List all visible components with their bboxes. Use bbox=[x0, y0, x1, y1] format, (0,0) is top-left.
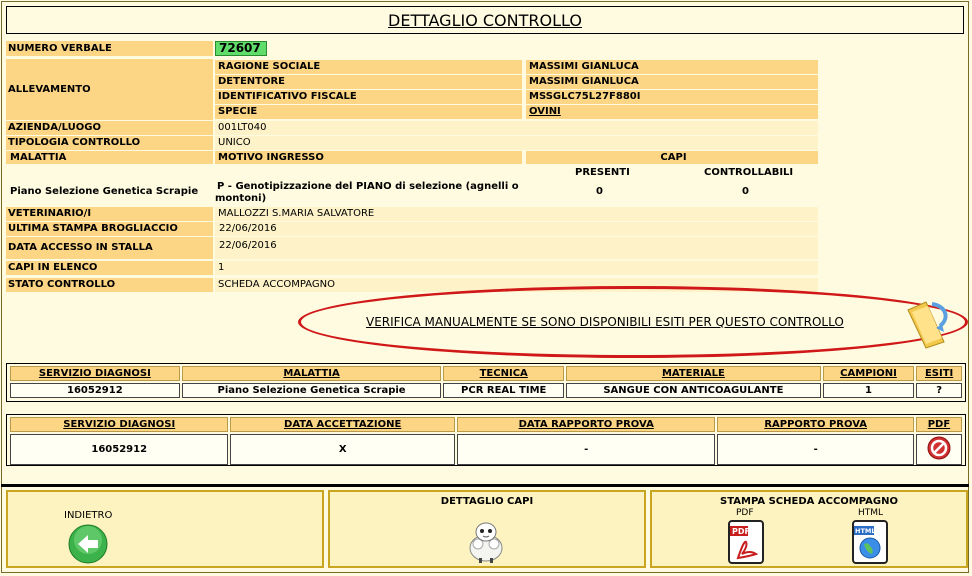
cell-campioni: 1 bbox=[822, 383, 915, 398]
table-row: 16052912 Piano Selezione Genetica Scrapi… bbox=[10, 383, 962, 398]
capi-elenco-label: CAPI IN ELENCO bbox=[6, 261, 213, 275]
specie-label: SPECIE bbox=[215, 105, 522, 119]
stampa-scheda-panel: STAMPA SCHEDA ACCOMPAGNO PDF PDF HTML HT… bbox=[650, 490, 968, 568]
pdf-label: PDF bbox=[736, 508, 754, 518]
veterinario-label: VETERINARIO/I bbox=[6, 207, 213, 221]
col-malattia: MALATTIA bbox=[181, 366, 442, 381]
esiti-table-header: SERVIZIO DIAGNOSI MALATTIA TECNICA MATER… bbox=[10, 366, 962, 381]
pdf-file-icon[interactable]: PDF bbox=[728, 520, 764, 564]
cell-esiti: ? bbox=[916, 383, 962, 398]
stampa-scheda-label: STAMPA SCHEDA ACCOMPAGNO bbox=[720, 496, 898, 507]
data-accesso-label: DATA ACCESSO IN STALLA bbox=[6, 237, 213, 259]
col-data-accettazione: DATA ACCETTAZIONE bbox=[230, 417, 455, 432]
presenti-value: 0 bbox=[596, 186, 603, 197]
motivo-value-line2: montoni) bbox=[215, 193, 267, 204]
col-tecnica: TECNICA bbox=[443, 366, 564, 381]
presenti-header: PRESENTI bbox=[575, 167, 630, 178]
ragione-sociale-label: RAGIONE SOCIALE bbox=[215, 60, 522, 74]
col-servizio-diagnosi-2: SERVIZIO DIAGNOSI bbox=[10, 417, 229, 432]
numero-verbale-value: 72607 bbox=[215, 41, 267, 56]
col-pdf: PDF bbox=[915, 417, 962, 432]
col-rapporto-prova: RAPPORTO PROVA bbox=[717, 417, 914, 432]
motivo-value-line1: P - Genotipizzazione del PIANO di selezi… bbox=[217, 181, 519, 192]
cell-servizio-diagnosi: 16052912 bbox=[10, 383, 180, 398]
page-title-box: DETTAGLIO CONTROLLO bbox=[6, 6, 964, 34]
numero-verbale-label: NUMERO VERBALE bbox=[6, 41, 213, 56]
azienda-value: 001LT040 bbox=[215, 121, 818, 135]
dettaglio-capi-label: DETTAGLIO CAPI bbox=[440, 496, 534, 507]
col-esiti: ESITI bbox=[916, 366, 962, 381]
esiti-table: SERVIZIO DIAGNOSI MALATTIA TECNICA MATER… bbox=[8, 364, 964, 400]
svg-text:HTML: HTML bbox=[855, 527, 875, 535]
cell-tecnica: PCR REAL TIME bbox=[443, 383, 564, 398]
verifica-esiti-link[interactable]: VERIFICA MANUALMENTE SE SONO DISPONIBILI… bbox=[366, 315, 844, 329]
col-servizio-diagnosi: SERVIZIO DIAGNOSI bbox=[10, 366, 180, 381]
sheep-icon[interactable] bbox=[466, 518, 506, 564]
malattia-header: MALATTIA bbox=[6, 151, 213, 164]
data-accesso-value: 22/06/2016 bbox=[215, 237, 818, 259]
html-label: HTML bbox=[858, 508, 884, 518]
cell-data-accettazione: X bbox=[230, 434, 455, 465]
col-data-rapporto-prova: DATA RAPPORTO PROVA bbox=[456, 417, 716, 432]
col-materiale: MATERIALE bbox=[565, 366, 821, 381]
rapporto-table: SERVIZIO DIAGNOSI DATA ACCETTAZIONE DATA… bbox=[8, 415, 964, 467]
stato-controllo-label: STATO CONTROLLO bbox=[6, 278, 213, 292]
malattia-value: Piano Selezione Genetica Scrapie bbox=[10, 186, 199, 197]
detentore-label: DETENTORE bbox=[215, 75, 522, 89]
cell-malattia: Piano Selezione Genetica Scrapie bbox=[181, 383, 442, 398]
rapporto-table-header: SERVIZIO DIAGNOSI DATA ACCETTAZIONE DATA… bbox=[10, 417, 962, 432]
cell-pdf bbox=[915, 434, 962, 465]
svg-text:PDF: PDF bbox=[732, 527, 750, 536]
table-row: 16052912 X - - bbox=[10, 434, 962, 465]
cell-rapporto-prova: - bbox=[717, 434, 914, 465]
specie-link[interactable]: OVINI bbox=[526, 105, 818, 119]
controllabili-value: 0 bbox=[742, 186, 749, 197]
tipologia-label: TIPOLOGIA CONTROLLO bbox=[6, 136, 213, 150]
indietro-panel: INDIETRO bbox=[6, 490, 324, 568]
veterinario-value: MALLOZZI S.MARIA SALVATORE bbox=[215, 207, 818, 221]
indietro-label: INDIETRO bbox=[64, 510, 113, 521]
no-entry-icon[interactable] bbox=[927, 436, 951, 463]
cell-servizio-diagnosi-2: 16052912 bbox=[10, 434, 229, 465]
capi-header: CAPI bbox=[526, 151, 818, 164]
identificativo-fiscale-value: MSSGLC75L27F880I bbox=[526, 90, 818, 104]
motivo-header: MOTIVO INGRESSO bbox=[215, 151, 522, 164]
ragione-sociale-value: MASSIMI GIANLUCA bbox=[526, 60, 818, 74]
folder-refresh-icon[interactable] bbox=[904, 298, 952, 350]
cell-materiale: SANGUE CON ANTICOAGULANTE bbox=[565, 383, 821, 398]
cell-data-rapporto-prova: - bbox=[456, 434, 716, 465]
capi-elenco-value: 1 bbox=[215, 261, 818, 275]
dettaglio-capi-panel: DETTAGLIO CAPI bbox=[328, 490, 646, 568]
html-file-icon[interactable]: HTML bbox=[852, 520, 888, 564]
page-title: DETTAGLIO CONTROLLO bbox=[388, 11, 582, 30]
azienda-label: AZIENDA/LUOGO bbox=[6, 121, 213, 135]
identificativo-fiscale-label: IDENTIFICATIVO FISCALE bbox=[215, 90, 522, 104]
back-arrow-icon[interactable] bbox=[68, 524, 108, 564]
ultima-stampa-value: 22/06/2016 bbox=[215, 222, 818, 236]
controllabili-header: CONTROLLABILI bbox=[704, 167, 794, 178]
footer-separator bbox=[1, 484, 969, 487]
tipologia-value: UNICO bbox=[215, 136, 818, 150]
ultima-stampa-label: ULTIMA STAMPA BROGLIACCIO bbox=[6, 222, 213, 236]
col-campioni: CAMPIONI bbox=[822, 366, 915, 381]
detentore-value: MASSIMI GIANLUCA bbox=[526, 75, 818, 89]
allevamento-label: ALLEVAMENTO bbox=[6, 59, 213, 120]
